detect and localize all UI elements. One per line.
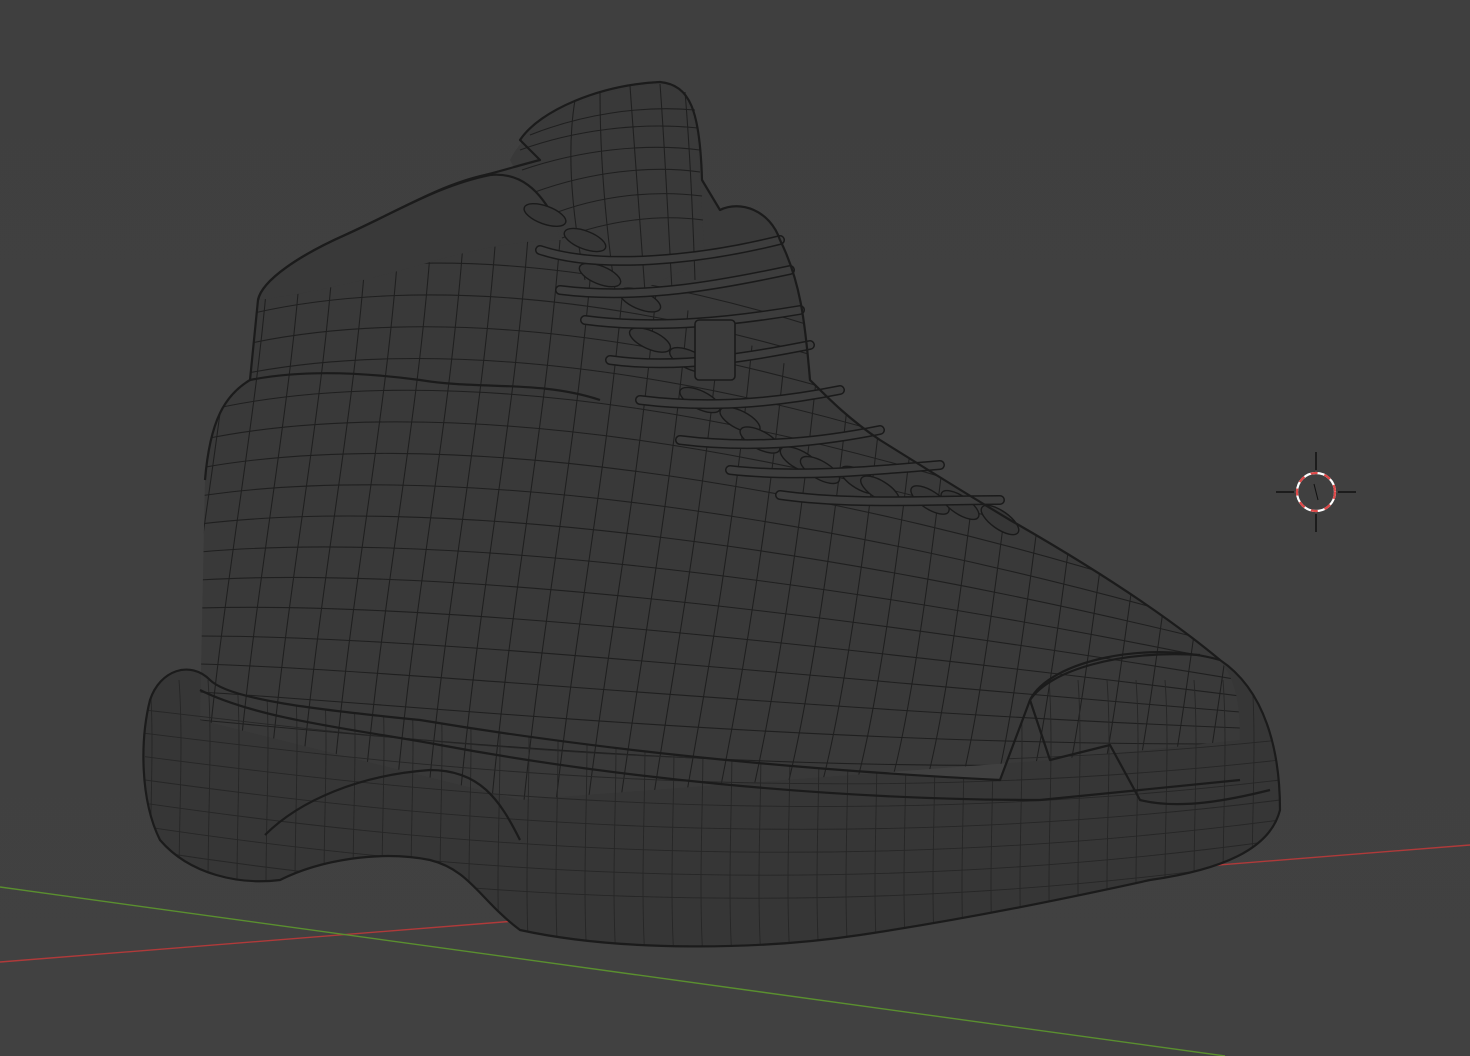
3d-viewport[interactable]: [0, 0, 1470, 1056]
viewport-canvas[interactable]: [0, 0, 1470, 1056]
lace-lock: [694, 319, 736, 381]
